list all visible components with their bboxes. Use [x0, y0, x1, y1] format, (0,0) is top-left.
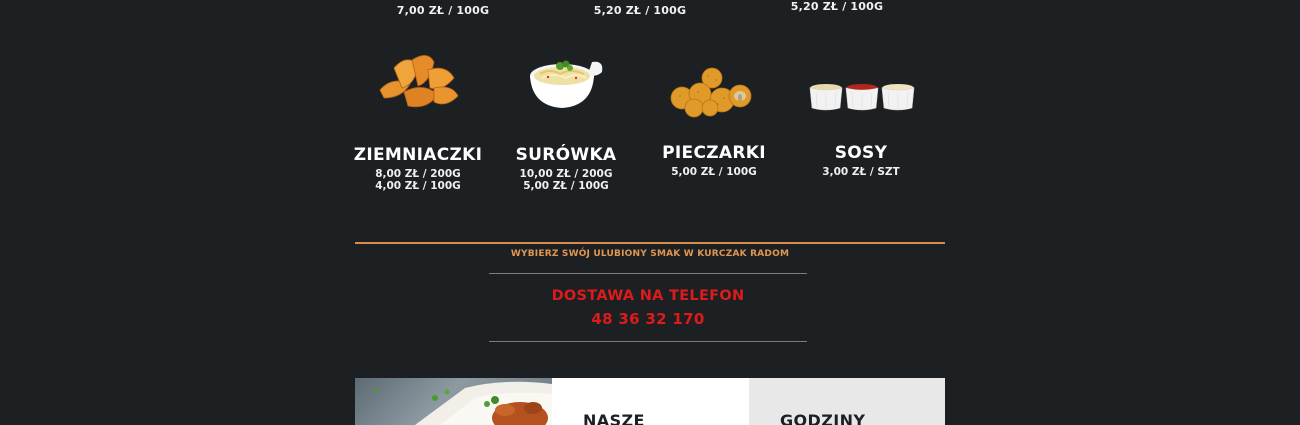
info-card-godziny: GODZINY [749, 378, 945, 425]
delivery-phone[interactable]: 48 36 32 170 [489, 310, 807, 328]
card-title-nasze: NASZE [583, 411, 645, 425]
top-price-1: 7,00 ZŁ / 100G [396, 4, 490, 17]
card-title-godziny: GODZINY [780, 411, 866, 425]
potato-wedges-icon [372, 48, 464, 116]
top-price-3: 5,20 ZŁ / 100G [790, 0, 884, 13]
top-price-2: 5,20 ZŁ / 100G [593, 4, 687, 17]
item-name-sosy: SOSY [834, 143, 888, 163]
food-photo-card [355, 378, 552, 425]
grey-divider-bottom [489, 341, 807, 342]
fried-mushrooms-icon [666, 66, 756, 118]
delivery-label: DOSTAWA NA TELEFON [551, 288, 745, 304]
coleslaw-bowl-icon [526, 52, 606, 112]
grey-divider-top [489, 273, 807, 274]
tagline: WYBIERZ SWÓJ ULUBIONY SMAK W KURCZAK RAD… [510, 249, 790, 259]
orange-divider [355, 242, 945, 244]
info-card-nasze: NASZE [552, 378, 749, 425]
item-price-sosy-1: 3,00 ZŁ / SZT [822, 166, 900, 178]
sauce-cups-icon [808, 78, 916, 112]
item-price-surowka-2: 5,00 ZŁ / 100G [523, 180, 609, 192]
